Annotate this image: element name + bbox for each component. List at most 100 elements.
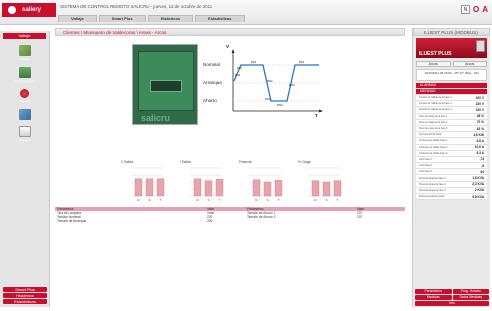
- left-sidebar: Vatiaje Mapas Datos Medidas Alarmas Info…: [0, 31, 50, 307]
- device-banner: ILUEST PLUS: [416, 38, 487, 58]
- measure-value: 2 KVA: [474, 188, 484, 193]
- marker-rn4: RN4: [289, 83, 295, 87]
- menu-historicos[interactable]: Históricos: [147, 15, 194, 22]
- measure-value: 6,8 A: [476, 138, 485, 143]
- sidebar-item-network[interactable]: [0, 109, 49, 120]
- measure-value: 5,8 KVA: [472, 194, 484, 199]
- measure-label: Corriente de Salida Fase 1 :: [419, 139, 449, 143]
- chart-i-salida: I Salida R S T: [178, 160, 235, 205]
- n-button[interactable]: N: [460, 5, 470, 14]
- voltage-diagram: V T Nominal Arranque Ahorro RN1 PA1 PA2 …: [201, 43, 326, 123]
- sidebar-item-datos-medidas[interactable]: Datos Medidas: [0, 67, 49, 83]
- sidebar-item-mapas[interactable]: Mapas: [0, 45, 49, 61]
- estadisticas-button[interactable]: Estadísticas: [3, 299, 47, 304]
- measure-value: 9,3 A: [476, 151, 485, 156]
- chart-bar: [252, 179, 261, 197]
- measure-label: Potencia Aparente fase 1 :: [419, 176, 448, 180]
- chart-bar: [215, 179, 224, 197]
- device-brand: salicru: [141, 113, 171, 123]
- tab-arcos[interactable]: Arcos: [416, 61, 451, 67]
- measure-value: ,94: [479, 169, 484, 174]
- section-medidas[interactable]: MEDIDAS: [416, 89, 487, 94]
- marker-rn2: RN2: [267, 79, 273, 83]
- chart-bar: [204, 180, 213, 197]
- chart-bar: [322, 181, 331, 197]
- report-icon: [18, 126, 31, 137]
- chart-category-label: S: [148, 198, 150, 202]
- measure-label: Nivel de carga de la fase 1 :: [419, 114, 449, 118]
- info-button[interactable]: Info: [415, 301, 489, 306]
- measure-value: ,8: [481, 163, 484, 168]
- sidebar-item-informes[interactable]: Informes: [0, 126, 49, 142]
- prog-horario-button[interactable]: Prog. Horario: [452, 289, 489, 294]
- top-icons: N O A: [460, 5, 488, 14]
- section-alarmas[interactable]: ALARMAS: [416, 83, 487, 88]
- right-panel-tabs: Arcos Arcos: [416, 61, 487, 67]
- tab-arcos-select[interactable]: Arcos: [452, 61, 487, 67]
- system-title: SISTEMA DE CONTROL REMOTO SALICRU - juev…: [60, 4, 213, 9]
- chart-category-label: S: [325, 198, 327, 202]
- measure-label: Potencia Activa Total :: [419, 133, 443, 137]
- alarm-icon: [20, 89, 29, 98]
- measure-label: Potencia Aparente fase 2 :: [419, 182, 448, 186]
- measure-value: 2,3 KVA: [472, 182, 484, 187]
- right-panel: ILUEST PLUS (MODBUS) ILUEST PLUS Arcos A…: [412, 28, 490, 307]
- chart-category-label: T: [219, 198, 221, 202]
- measure-label: Corriente de Salida Fase 3 :: [419, 151, 449, 155]
- measure-label: Potencia Aparente Total :: [419, 195, 446, 199]
- device-image: salicru: [132, 44, 198, 125]
- chart-bar: [263, 181, 272, 197]
- breadcrumb: Clientes \ Mianuanto de Valdecoras \ Are…: [55, 28, 405, 36]
- medidas-button[interactable]: Medidas: [415, 295, 452, 300]
- measure-value: 62 %: [476, 126, 484, 131]
- device-display: [150, 80, 182, 92]
- chart-svg: R S T: [249, 167, 283, 202]
- marker-rn3: RN3: [277, 103, 283, 107]
- chart-icon: [18, 67, 31, 78]
- measure-value: 10,6 A: [474, 145, 484, 150]
- chart-category-label: S: [207, 198, 209, 202]
- chart-title: Potencia: [239, 160, 252, 164]
- chart-category-label: T: [278, 198, 280, 202]
- chart-category-label: R: [255, 198, 258, 202]
- a-button[interactable]: A: [482, 5, 488, 14]
- measure-label: Tensión de Salida de la Fase 3 :: [419, 108, 454, 112]
- device-timestamp: 13/10/2011 06:15:00 - 25º 31º (Rep.: Ok): [416, 69, 487, 81]
- measure-value: 220 V: [475, 101, 484, 106]
- chart-bar: [311, 180, 320, 197]
- top-bar: saliery SISTEMA DE CONTROL REMOTO SALICR…: [0, 0, 492, 25]
- logo-icon: [8, 6, 16, 14]
- sidebar-header: Vatiaje: [3, 33, 46, 39]
- device-cabinet: [138, 51, 194, 111]
- right-panel-buttons: Parámetros Prog. Horario Medidas Datos M…: [415, 288, 489, 306]
- o-button[interactable]: O: [473, 5, 479, 14]
- datos-medidas-button[interactable]: Datos Medidas: [452, 295, 489, 300]
- sidebar-buttons: Smart Plus Históricos Estadísticas: [0, 286, 50, 305]
- measure-value: 4,6 KW: [473, 132, 484, 137]
- marker-pa1: PA1: [237, 66, 243, 70]
- chart-category-label: R: [314, 198, 317, 202]
- chart-category-label: T: [160, 198, 162, 202]
- measure-label: Nivel de carga de la fase 2 :: [419, 120, 449, 124]
- right-panel-title: ILUEST PLUS (MODBUS): [413, 28, 490, 36]
- historicos-button[interactable]: Históricos: [3, 293, 47, 298]
- diagram-y-label: V: [226, 44, 230, 49]
- menu-vatiaje[interactable]: Vatiaje: [58, 15, 97, 22]
- level-arranque: Arranque: [203, 80, 222, 85]
- y-arrow: [231, 49, 235, 53]
- measure-value: 220 V: [475, 95, 484, 100]
- chart-bar: [333, 180, 342, 197]
- sidebar-item-alarmas[interactable]: Alarmas: [0, 89, 49, 103]
- measure-label: Cosf Fase 1 :: [419, 157, 434, 161]
- level-ahorro: Ahorro: [203, 98, 217, 103]
- smart-plus-button[interactable]: Smart Plus: [3, 287, 47, 292]
- measure-label: Nivel de carga de la fase 3 :: [419, 127, 449, 131]
- chart-category-label: R: [137, 198, 140, 202]
- menu-estadisticas[interactable]: Estadísticas: [195, 15, 245, 22]
- marker-rn1: RN1: [235, 73, 241, 77]
- parametros-button[interactable]: Parámetros: [415, 289, 452, 294]
- menu-smart-plus[interactable]: Smart Plus: [98, 15, 146, 22]
- device-thumbnail-icon: [476, 40, 485, 52]
- measure-value: 1,8 KVA: [472, 176, 484, 181]
- chart-potencia: Potencia R S T: [237, 160, 294, 205]
